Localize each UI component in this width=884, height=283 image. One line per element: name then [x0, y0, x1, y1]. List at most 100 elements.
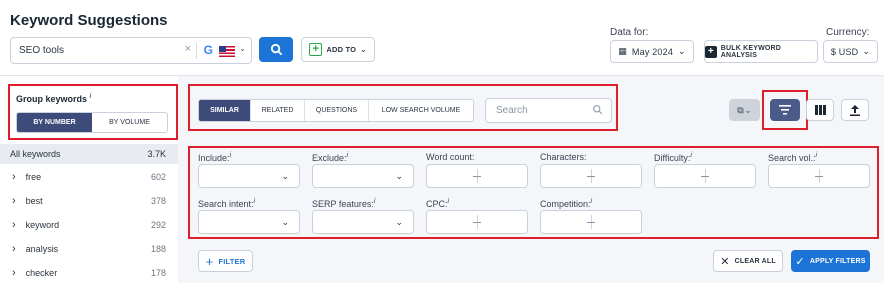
exclude-label: Exclude:i: [312, 152, 348, 163]
search-button[interactable]: [259, 37, 293, 62]
columns-button[interactable]: [806, 99, 834, 121]
list-item-all-keywords[interactable]: All keywords 3.7K: [0, 144, 178, 164]
info-icon[interactable]: i: [230, 152, 232, 159]
list-item-label: best: [12, 195, 43, 207]
chevron-down-icon[interactable]: ⌄: [239, 44, 246, 53]
difficulty-range[interactable]: [654, 164, 756, 188]
search-vol-range[interactable]: [768, 164, 870, 188]
competition-range[interactable]: [540, 210, 642, 234]
search-intent-select[interactable]: ⌄: [198, 210, 300, 234]
info-icon[interactable]: i: [374, 198, 376, 205]
copy-button[interactable]: ⧉ ⌄: [729, 99, 760, 121]
clear-icon[interactable]: ×: [185, 43, 191, 55]
calendar-icon: ▦: [618, 46, 627, 56]
word-count-label: Word count:: [426, 152, 475, 162]
currency-value: $ USD: [830, 46, 859, 57]
date-select[interactable]: ▦ May 2024 ⌄: [610, 40, 694, 63]
currency-label: Currency:: [826, 27, 870, 38]
difficulty-label: Difficulty:i: [654, 152, 692, 163]
clear-all-button[interactable]: ✕ CLEAR ALL: [713, 250, 783, 272]
list-item[interactable]: best 378: [0, 189, 178, 213]
list-item-label: keyword: [12, 219, 60, 231]
chevron-down-icon: ⌄: [281, 171, 289, 181]
highlight-box: [762, 90, 808, 130]
label-text: Exclude:: [312, 153, 347, 163]
list-item[interactable]: free 602: [0, 165, 178, 189]
cpc-label: CPC:i: [426, 198, 449, 209]
include-select[interactable]: ⌄: [198, 164, 300, 188]
chevron-down-icon: ⌄: [395, 171, 403, 181]
competition-label: Competition:i: [540, 198, 592, 209]
export-button[interactable]: [841, 99, 869, 121]
list-item-count: 188: [150, 244, 166, 254]
serp-features-select[interactable]: ⌄: [312, 210, 414, 234]
add-icon: +: [309, 43, 323, 56]
highlight-box: [8, 84, 178, 140]
list-item[interactable]: analysis 188: [0, 237, 178, 261]
all-keywords-count: 3.7K: [147, 149, 166, 159]
add-to-button[interactable]: + ADD TO ⌄: [301, 37, 375, 62]
characters-label: Characters:: [540, 152, 587, 162]
exclude-select[interactable]: ⌄: [312, 164, 414, 188]
page-title: Keyword Suggestions: [10, 12, 168, 29]
currency-select[interactable]: $ USD ⌄: [823, 40, 878, 63]
keyword-input-value: SEO tools: [19, 45, 65, 56]
clear-all-label: CLEAR ALL: [734, 257, 776, 265]
info-icon[interactable]: i: [347, 152, 349, 159]
info-icon[interactable]: i: [690, 152, 692, 159]
copy-icon: ⧉: [737, 104, 744, 115]
chevron-down-icon: ⌄: [360, 45, 367, 54]
add-filter-button[interactable]: + FILTER: [198, 250, 253, 272]
label-text: CPC:: [426, 199, 448, 209]
list-item-label: checker: [12, 267, 58, 279]
check-icon: ✓: [795, 255, 805, 268]
cpc-range[interactable]: [426, 210, 528, 234]
info-icon[interactable]: i: [816, 152, 818, 159]
info-icon[interactable]: i: [254, 198, 256, 205]
filter-label: FILTER: [218, 256, 246, 266]
label-text: SERP features:: [312, 199, 374, 209]
serp-features-label: SERP features:i: [312, 198, 375, 209]
chevron-down-icon: ⌄: [743, 104, 752, 115]
label-text: Search vol.:: [768, 153, 816, 163]
info-icon[interactable]: i: [591, 198, 593, 205]
list-item-label: analysis: [12, 243, 59, 255]
search-icon: [270, 43, 282, 56]
keyword-input[interactable]: SEO tools × G ⌄: [10, 37, 252, 64]
chevron-down-icon: ⌄: [862, 46, 871, 56]
add-to-label: ADD TO: [326, 45, 357, 54]
label-text: Include:: [198, 153, 230, 163]
search-vol-label: Search vol.:i: [768, 152, 817, 163]
search-intent-label: Search intent:i: [198, 198, 255, 209]
list-item-count: 378: [150, 196, 166, 206]
list-item-count: 292: [150, 220, 166, 230]
label-text: Search intent:: [198, 199, 254, 209]
list-item-count: 602: [150, 172, 166, 182]
date-value: May 2024: [631, 46, 674, 57]
label-text: Difficulty:: [654, 153, 691, 163]
google-icon[interactable]: G: [204, 43, 213, 57]
list-item-count: 178: [150, 268, 166, 278]
export-icon: [850, 104, 860, 116]
apply-filters-button[interactable]: ✓ APPLY FILTERS: [791, 250, 870, 272]
highlight-box: [188, 84, 618, 131]
chevron-down-icon: ⌄: [281, 217, 289, 227]
divider: [196, 43, 197, 59]
label-text: Competition:: [540, 199, 591, 209]
data-for-label: Data for:: [610, 27, 649, 38]
word-count-range[interactable]: [426, 164, 528, 188]
characters-range[interactable]: [540, 164, 642, 188]
info-icon[interactable]: i: [448, 198, 450, 205]
list-item[interactable]: checker 178: [0, 261, 178, 283]
plus-icon: +: [205, 253, 214, 269]
add-icon: +: [705, 45, 717, 58]
bulk-label: BULK KEYWORD ANALYSIS: [720, 44, 782, 59]
list-item[interactable]: keyword 292: [0, 213, 178, 237]
all-keywords-label: All keywords: [10, 149, 61, 159]
list-item-label: free: [12, 171, 42, 183]
bulk-keyword-analysis-button[interactable]: + BULK KEYWORD ANALYSIS: [704, 40, 818, 63]
us-flag-icon[interactable]: [219, 46, 235, 57]
chevron-down-icon: ⌄: [395, 217, 403, 227]
apply-filters-label: APPLY FILTERS: [809, 257, 866, 265]
columns-icon: [814, 105, 826, 115]
